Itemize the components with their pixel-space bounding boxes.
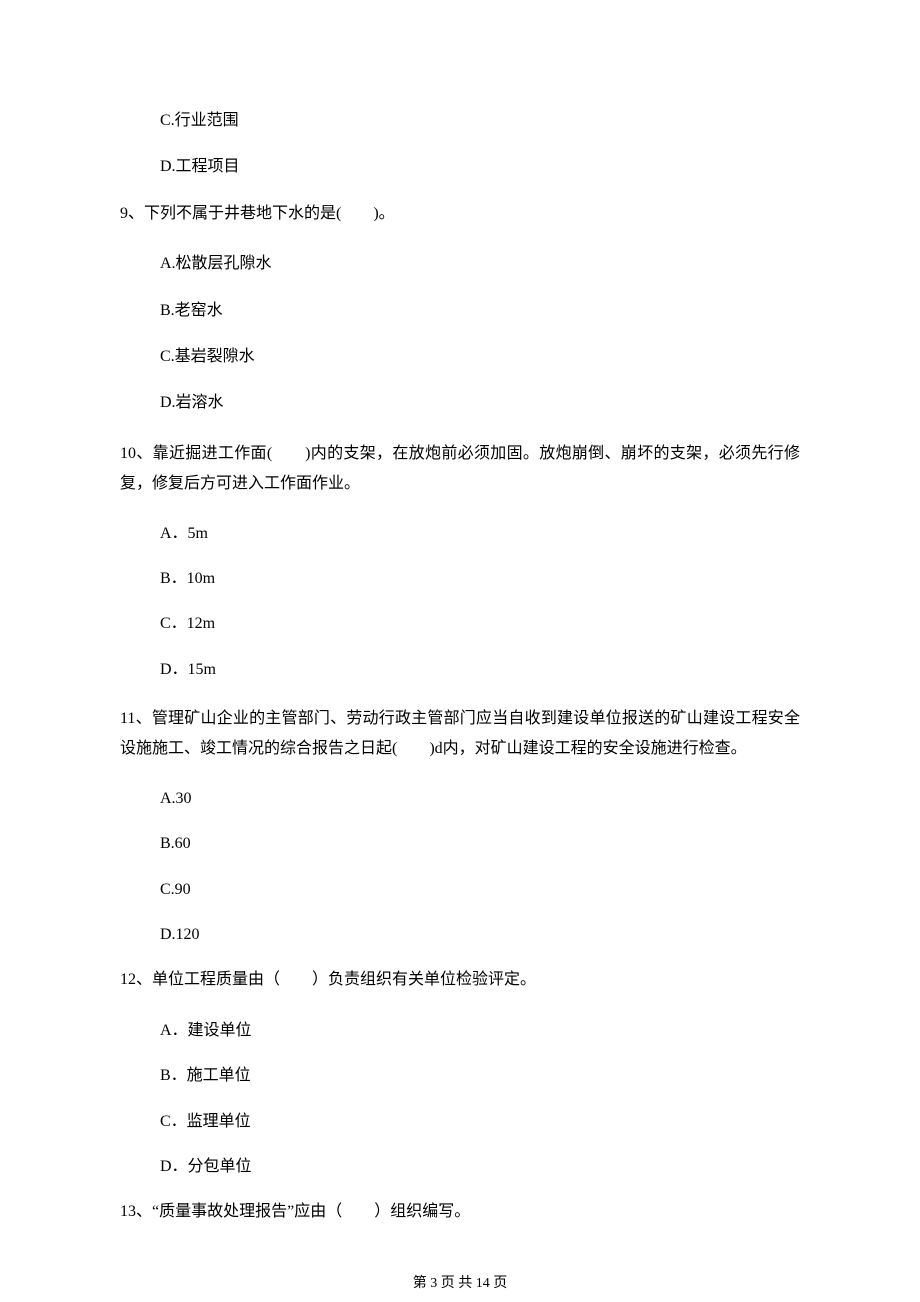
q10-option-d: D．15m [160, 659, 800, 681]
q9-option-d: D.岩溶水 [160, 392, 800, 414]
q12-option-a: A．建设单位 [160, 1020, 800, 1042]
q12-stem: 12、单位工程质量由（ ）负责组织有关单位检验评定。 [120, 969, 800, 991]
q11-option-c: C.90 [160, 879, 800, 901]
q11-option-a: A.30 [160, 788, 800, 810]
prev-option-c: C.行业范围 [160, 110, 800, 132]
q9-stem: 9、下列不属于井巷地下水的是( )。 [120, 203, 800, 225]
q10-option-c: C．12m [160, 613, 800, 635]
q12-option-c: C．监理单位 [160, 1111, 800, 1133]
q11-option-d: D.120 [160, 924, 800, 946]
q11-stem: 11、管理矿山企业的主管部门、劳动行政主管部门应当自收到建设单位报送的矿山建设工… [120, 704, 800, 765]
q9-option-a: A.松散层孔隙水 [160, 253, 800, 275]
q11-option-b: B.60 [160, 833, 800, 855]
q10-option-a: A．5m [160, 523, 800, 545]
q9-option-b: B.老窑水 [160, 300, 800, 322]
q9-option-c: C.基岩裂隙水 [160, 346, 800, 368]
page-content: C.行业范围 D.工程项目 9、下列不属于井巷地下水的是( )。 A.松散层孔隙… [0, 0, 920, 1293]
q12-option-d: D．分包单位 [160, 1156, 800, 1178]
q13-stem: 13、“质量事故处理报告”应由（ ）组织编写。 [120, 1201, 800, 1223]
page-footer: 第 3 页 共 14 页 [120, 1274, 800, 1294]
q12-option-b: B．施工单位 [160, 1065, 800, 1087]
q10-stem: 10、靠近掘进工作面( )内的支架，在放炮前必须加固。放炮崩倒、崩坏的支架，必须… [120, 439, 800, 500]
prev-option-d: D.工程项目 [160, 156, 800, 178]
q10-option-b: B．10m [160, 568, 800, 590]
